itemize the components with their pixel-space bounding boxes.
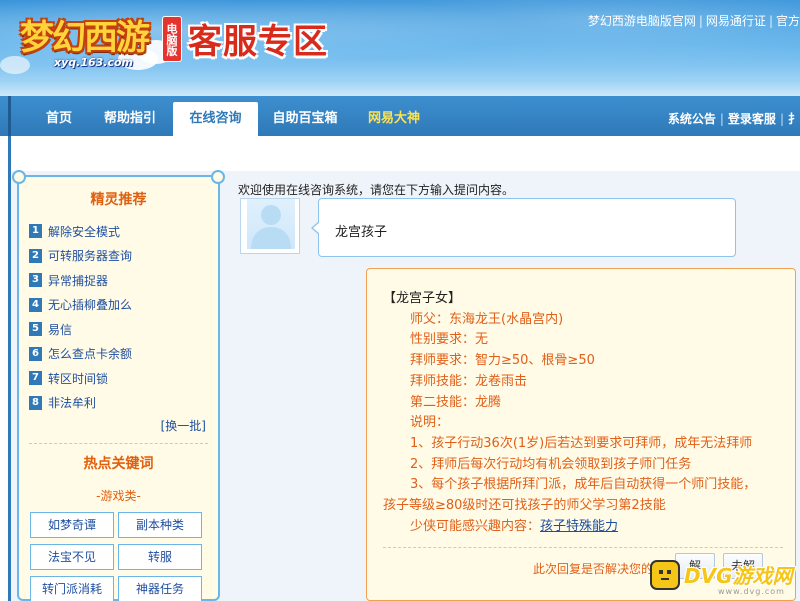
top-links: 梦幻西游电脑版官网 | 网易通行证 | 官方 [588, 12, 800, 29]
user-message-text: 龙宫孩子 [335, 225, 388, 240]
list-item: 8 非法牟利 [29, 391, 214, 416]
logo-text: 梦幻西游 [20, 18, 150, 58]
passport-link[interactable]: 网易通行证 [706, 14, 766, 28]
corner-ornament [12, 170, 26, 184]
interest-link[interactable]: 孩子特殊能力 [540, 519, 618, 534]
recommend-link[interactable]: 解除安全模式 [48, 223, 120, 240]
list-item: 1 解除安全模式 [29, 219, 214, 244]
divider [383, 547, 783, 548]
reply-bubble: 【龙宫子女】 师父：东海龙王(水晶宫内) 性别要求：无 拜师要求：智力≥50、根… [366, 268, 796, 601]
item-number: 8 [29, 395, 42, 410]
feedback-question: 此次回复是否解决您的疑 [533, 562, 666, 576]
keyword-button[interactable]: 转服 [118, 544, 202, 570]
watermark: DVG游戏网 www.dvg.com [648, 556, 800, 600]
main-nav: 首页 帮助指引 在线咨询 自助百宝箱 网易大神 系统公告 | 登录客服 | 扌 [0, 96, 800, 136]
recommend-list: 1 解除安全模式 2 可转服务器查询 3 异常捕捉器 4 无心插柳叠加么 5 易信 6 怎么… [29, 219, 214, 415]
keyword-button[interactable]: 如梦奇谭 [30, 512, 114, 538]
list-item: 2 可转服务器查询 [29, 244, 214, 269]
system-notice-link[interactable]: 系统公告 [668, 112, 716, 126]
divider [29, 443, 208, 444]
reply-line: 孩子等级≥80级时还可找孩子的师父学习第2技能 [383, 498, 666, 514]
item-number: 7 [29, 371, 42, 386]
item-number: 4 [29, 297, 42, 312]
nav-netease-dashen[interactable]: 网易大神 [356, 102, 432, 136]
user-avatar [240, 198, 300, 254]
separator: | [768, 14, 773, 28]
list-item: 3 异常捕捉器 [29, 268, 214, 293]
reply-line: 第二技能：龙腾 [410, 394, 502, 410]
refresh-batch-link[interactable]: [换一批] [161, 417, 206, 434]
reply-line: 1、孩子行动36次(1岁)后若达到要求可拜师，成年无法拜师 [410, 435, 753, 451]
reply-title: 【龙宫子女】 [383, 291, 462, 306]
game-logo[interactable]: 梦幻西游 电脑版 xyq.163.com [14, 6, 184, 72]
keyword-button[interactable]: 副本种类 [118, 512, 202, 538]
hot-keywords-title: 热点关键词 [83, 456, 154, 472]
item-number: 5 [29, 322, 42, 337]
header-banner: 梦幻西游 电脑版 xyq.163.com 客服专区 梦幻西游电脑版官网 | 网易通行… [0, 0, 800, 96]
watermark-url: www.dvg.com [718, 587, 785, 596]
corner-ornament [211, 170, 225, 184]
keyword-button[interactable]: 神器任务 [118, 576, 202, 601]
sidebar-title: 精灵推荐 [90, 192, 147, 208]
gamepad-icon [650, 560, 680, 590]
reply-line: 拜师技能：龙卷雨击 [410, 373, 528, 389]
recommend-link[interactable]: 转区时间锁 [48, 370, 108, 387]
interest-label: 少侠可能感兴趣内容： [410, 518, 541, 534]
sub-bar [8, 136, 800, 171]
sidebar: 精灵推荐 1 解除安全模式 2 可转服务器查询 3 异常捕捉器 4 无心插柳叠加么 5易… [12, 170, 225, 601]
reply-line: 师父：东海龙王(水晶宫内) [410, 311, 564, 327]
list-item: 7 转区时间锁 [29, 366, 214, 391]
official-site-link[interactable]: 梦幻西游电脑版官网 [588, 14, 696, 28]
recommend-link[interactable]: 易信 [48, 321, 72, 338]
nav-help-guide[interactable]: 帮助指引 [94, 102, 166, 136]
recommend-link[interactable]: 可转服务器查询 [48, 247, 132, 264]
avatar-silhouette [247, 199, 295, 249]
reply-line: 拜师要求：智力≥50、根骨≥50 [410, 353, 595, 369]
user-message-bubble: 龙宫孩子 [311, 198, 736, 257]
watermark-text: DVG游戏网 [684, 564, 793, 588]
item-number: 1 [29, 224, 42, 239]
reply-content: 【龙宫子女】 师父：东海龙王(水晶宫内) 性别要求：无 拜师要求：智力≥50、根… [383, 289, 793, 537]
reply-interest-line: 少侠可能感兴趣内容：孩子特殊能力 [383, 517, 793, 538]
official-link[interactable]: 官方 [776, 14, 800, 28]
keyword-button[interactable]: 转门派消耗 [30, 576, 114, 601]
page-title: 客服专区 [188, 22, 328, 62]
logo-url: xyq.163.com [54, 56, 133, 69]
welcome-text: 欢迎使用在线咨询系统，请您在下方输入提问内容。 [238, 183, 515, 197]
item-number: 3 [29, 273, 42, 288]
login-service-link[interactable]: 登录客服 [728, 112, 776, 126]
nav-home[interactable]: 首页 [24, 102, 94, 136]
hot-keywords-category: -游戏类- [96, 489, 141, 503]
item-number: 2 [29, 248, 42, 263]
nav-more-link[interactable]: 扌 [788, 112, 800, 126]
person-icon [251, 205, 291, 249]
nav-right-links: 系统公告 | 登录客服 | 扌 [667, 112, 800, 126]
item-number: 6 [29, 346, 42, 361]
recommend-link[interactable]: 异常捕捉器 [48, 272, 108, 289]
list-item: 5 易信 [29, 317, 214, 342]
reply-line: 性别要求：无 [410, 332, 489, 348]
reply-line: 2、拜师后每次行动均有机会领取到孩子师门任务 [410, 456, 692, 472]
keyword-button[interactable]: 法宝不见 [30, 544, 114, 570]
nav-self-service[interactable]: 自助百宝箱 [262, 102, 348, 136]
reply-line: 说明： [410, 415, 450, 431]
recommend-link[interactable]: 非法牟利 [48, 394, 96, 411]
recommend-link[interactable]: 怎么查点卡余额 [48, 345, 132, 362]
nav-online-consult[interactable]: 在线咨询 [173, 102, 258, 136]
recommend-link[interactable]: 无心插柳叠加么 [48, 296, 132, 313]
reply-line: 3、每个孩子根据所拜门派，成年后自动获得一个师门技能， [410, 477, 757, 493]
list-item: 6 怎么查点卡余额 [29, 342, 214, 367]
logo-badge: 电脑版 [162, 16, 182, 62]
list-item: 4 无心插柳叠加么 [29, 293, 214, 318]
separator: | [698, 14, 703, 28]
